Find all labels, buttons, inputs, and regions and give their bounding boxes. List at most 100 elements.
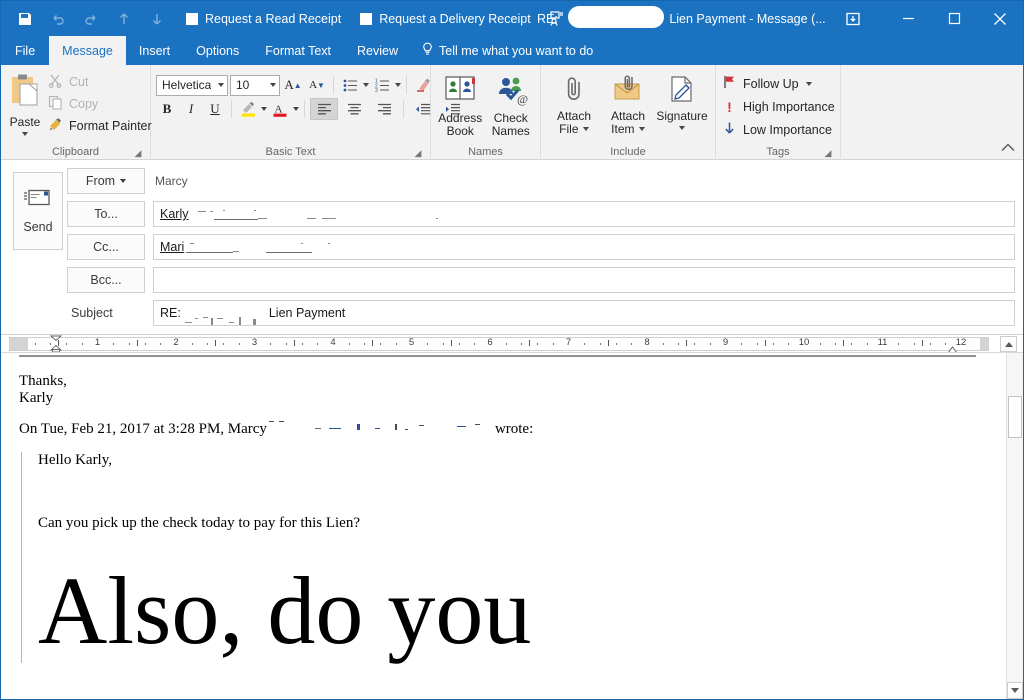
attach-item-label-line2: Item xyxy=(611,122,635,136)
maximize-icon[interactable] xyxy=(931,1,977,36)
underline-icon[interactable]: U xyxy=(204,98,226,120)
low-importance-button[interactable]: Low Importance xyxy=(721,118,835,141)
previous-item-icon[interactable] xyxy=(114,9,134,29)
bcc-button[interactable]: Bcc... xyxy=(67,267,145,293)
ribbon-display-options-icon[interactable] xyxy=(831,1,875,36)
window-controls xyxy=(831,1,1023,36)
request-delivery-receipt-toggle[interactable]: Request a Delivery Receipt xyxy=(360,12,531,26)
read-receipt-checkbox-icon[interactable] xyxy=(186,12,198,25)
follow-up-button[interactable]: Follow Up xyxy=(721,72,835,95)
ruler-tick xyxy=(599,343,601,345)
font-color-dropdown-icon[interactable] xyxy=(293,107,299,111)
next-item-icon[interactable] xyxy=(147,9,167,29)
high-importance-button[interactable]: ! High Importance xyxy=(721,95,835,118)
bullets-dropdown-icon[interactable] xyxy=(363,83,369,87)
scroll-down-icon xyxy=(1011,688,1019,693)
redo-icon[interactable] xyxy=(81,9,101,29)
paste-button[interactable]: Paste xyxy=(6,69,44,136)
align-center-icon[interactable] xyxy=(340,98,368,120)
check-names-icon[interactable] xyxy=(548,9,568,29)
from-button[interactable]: From xyxy=(67,168,145,194)
ruler-tick xyxy=(442,343,444,345)
signature-dropdown-icon[interactable] xyxy=(679,126,685,130)
tab-message[interactable]: Message xyxy=(49,36,126,65)
ruler-tick xyxy=(929,343,931,345)
attach-item-dropdown-icon[interactable] xyxy=(638,127,645,131)
font-color-icon[interactable]: A xyxy=(269,98,291,120)
tab-options[interactable]: Options xyxy=(183,36,252,65)
ruler-scroll-up-button[interactable] xyxy=(1000,336,1017,352)
bcc-input[interactable] xyxy=(153,267,1015,293)
attach-file-label-line2: File xyxy=(559,122,579,136)
cc-button[interactable]: Cc... xyxy=(67,234,145,260)
save-icon[interactable] xyxy=(15,9,35,29)
shrink-font-icon[interactable]: A ▼ xyxy=(306,74,328,96)
text-highlight-color-icon[interactable] xyxy=(237,98,259,120)
check-names-button[interactable]: @ Check Names xyxy=(487,71,536,138)
align-left-icon[interactable] xyxy=(310,98,338,120)
numbering-dropdown-icon[interactable] xyxy=(395,83,401,87)
minimize-icon[interactable] xyxy=(885,1,931,36)
format-painter-button[interactable]: Format Painter xyxy=(44,115,156,137)
font-size-dropdown-icon[interactable] xyxy=(270,83,276,87)
down-arrow-icon xyxy=(723,121,736,138)
grow-font-icon[interactable]: A ▲ xyxy=(282,74,304,96)
basic-text-dialog-launcher[interactable]: ◢ xyxy=(413,149,423,159)
bold-icon[interactable]: B xyxy=(156,98,178,120)
tab-insert[interactable]: Insert xyxy=(126,36,183,65)
numbering-icon[interactable]: 123 xyxy=(371,74,393,96)
signature-button[interactable]: Signature xyxy=(656,71,708,130)
copy-button[interactable]: Copy xyxy=(44,93,156,115)
from-dropdown-icon[interactable] xyxy=(120,179,127,183)
tab-format-text[interactable]: Format Text xyxy=(252,36,344,65)
ruler-half-inch-tick xyxy=(843,340,845,346)
subject-input[interactable]: RE: Lien Payment xyxy=(153,300,1015,326)
address-book-button[interactable]: Address Book xyxy=(436,71,485,138)
ruler-half-inch-tick xyxy=(372,340,374,346)
cut-button[interactable]: Cut xyxy=(44,71,156,93)
attach-file-dropdown-icon[interactable] xyxy=(582,127,589,131)
scrollbar-thumb[interactable] xyxy=(1008,396,1022,438)
paste-dropdown-icon[interactable] xyxy=(22,132,28,136)
font-name-combobox[interactable]: Helvetica xyxy=(156,74,228,96)
delivery-receipt-checkbox-icon[interactable] xyxy=(360,12,373,25)
follow-up-dropdown-icon[interactable] xyxy=(805,81,812,86)
align-right-icon[interactable] xyxy=(370,98,398,120)
cc-input[interactable]: Mari xyxy=(153,234,1015,260)
tab-file[interactable]: File xyxy=(1,36,49,65)
tags-dialog-launcher[interactable]: ◢ xyxy=(823,149,833,159)
collapse-ribbon-icon[interactable] xyxy=(1001,141,1015,155)
ruler[interactable]: 1 2 3 4 5 6 7 8 9 10 11 12 xyxy=(1,335,1023,353)
ruler-half-inch-tick xyxy=(764,340,766,346)
first-line-indent-marker[interactable] xyxy=(49,335,63,352)
clipboard-dialog-launcher[interactable]: ◢ xyxy=(133,149,143,159)
highlight-dropdown-icon[interactable] xyxy=(261,107,267,111)
to-label: To... xyxy=(94,207,118,221)
request-read-receipt-toggle[interactable]: Request a Read Receipt xyxy=(186,12,341,26)
font-size-combobox[interactable]: 10 xyxy=(230,74,280,96)
font-name-dropdown-icon[interactable] xyxy=(218,83,224,87)
right-indent-marker[interactable] xyxy=(947,343,958,352)
to-input[interactable]: Karly xyxy=(153,201,1015,227)
ruler-tick xyxy=(160,343,162,345)
ruler-number: 1 xyxy=(94,337,101,348)
scroll-down-button[interactable] xyxy=(1007,682,1023,699)
to-button[interactable]: To... xyxy=(67,201,145,227)
tell-me-search[interactable]: Tell me what you want to do xyxy=(411,36,603,65)
ruler-left-margin xyxy=(10,338,28,350)
attach-file-button[interactable]: Attach File xyxy=(548,71,600,136)
quick-access-toolbar: Request a Read Receipt Request a Deliver… xyxy=(1,9,585,29)
send-button[interactable]: Send xyxy=(13,172,63,250)
close-icon[interactable] xyxy=(977,1,1023,36)
body-scrollbar[interactable] xyxy=(1006,353,1023,699)
message-body[interactable]: Thanks, Karly On Tue, Feb 21, 2017 at 3:… xyxy=(1,353,1006,699)
undo-icon[interactable] xyxy=(48,9,68,29)
tab-review[interactable]: Review xyxy=(344,36,411,65)
italic-icon[interactable]: I xyxy=(180,98,202,120)
bullets-icon[interactable] xyxy=(339,74,361,96)
ruler-number: 6 xyxy=(487,337,493,348)
ruler-tick xyxy=(552,343,554,345)
scrollbar-track[interactable] xyxy=(1007,370,1023,682)
from-value: Marcy xyxy=(155,174,188,188)
attach-item-button[interactable]: Attach Item xyxy=(602,71,654,136)
